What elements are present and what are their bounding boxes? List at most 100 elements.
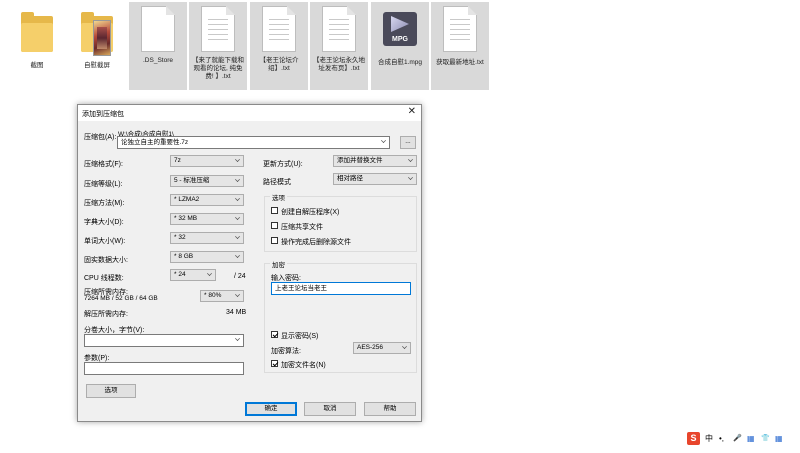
input-mode-indicator[interactable]: 中: [705, 432, 713, 446]
file-forum-intro-free[interactable]: 【来了就能下载和观看的论坛, 纯免费! 】.txt: [189, 2, 247, 90]
chevron-down-icon: [235, 234, 240, 239]
update-select[interactable]: 添加并替换文件: [333, 155, 417, 167]
sfx-checkbox[interactable]: [271, 207, 278, 214]
ok-button[interactable]: 确定: [245, 402, 297, 416]
dialog-titlebar[interactable]: 添加到压缩包 ✕: [78, 105, 421, 121]
desktop-file-area: 截图 自慰截屏 .DS_Store 【来了就能下载和观看的论坛, 纯免费! 】.…: [0, 0, 800, 95]
help-button[interactable]: 帮助: [364, 402, 416, 416]
text-document-icon: [322, 6, 356, 52]
split-size-combo[interactable]: [84, 334, 244, 347]
threads-value: * 24: [174, 271, 186, 278]
show-password-label: 显示密码(S): [281, 333, 319, 340]
encrypt-method-value: AES-256: [357, 344, 384, 351]
video-file-icon: MPG: [383, 12, 417, 46]
encrypt-names-label: 加密文件名(N): [281, 362, 326, 369]
text-document-icon: [443, 6, 477, 52]
file-label: 截图: [30, 62, 44, 69]
path-mode-select[interactable]: 相对路径: [333, 173, 417, 185]
show-password-checkbox[interactable]: [271, 331, 278, 338]
file-get-latest-address[interactable]: 获取最新地址.txt: [431, 2, 489, 90]
solid-label: 固实数据大小:: [84, 257, 128, 264]
encrypt-method-select[interactable]: AES-256: [353, 342, 411, 354]
delete-after-checkbox[interactable]: [271, 237, 278, 244]
dialog-title: 添加到压缩包: [82, 111, 124, 118]
file-ds-store[interactable]: .DS_Store: [129, 2, 187, 90]
folder-icon: [81, 12, 113, 56]
level-label: 压缩等级(L):: [84, 181, 123, 188]
archive-filename: 论独立自主的重要性.7z: [121, 139, 189, 146]
threads-total: / 24: [234, 273, 246, 280]
mem-percent-select[interactable]: * 80%: [200, 290, 244, 302]
update-value: 添加并替换文件: [337, 157, 383, 164]
cancel-button[interactable]: 取消: [304, 402, 356, 416]
word-label: 单词大小(W):: [84, 238, 126, 245]
word-select[interactable]: * 32: [170, 232, 244, 244]
folder-icon: [21, 12, 53, 52]
mem-comp-value: 7264 MB / 52 GB / 64 GB: [84, 295, 158, 302]
punctuation-icon[interactable]: •,: [719, 432, 724, 446]
mem-decomp-value: 34 MB: [226, 309, 247, 316]
ime-toolbar: S 中 •, 🎤 ▦ 👕 ▦: [687, 432, 797, 446]
sfx-label: 创建自解压程序(X): [281, 209, 340, 216]
format-label: 压缩格式(F):: [84, 161, 123, 168]
chevron-down-icon: [381, 138, 386, 143]
chevron-down-icon: [402, 344, 407, 349]
chevron-down-icon: [408, 175, 413, 180]
file-label: 【老王论坛永久地址发布页】.txt: [313, 57, 365, 72]
text-document-icon: [262, 6, 296, 52]
file-label: .DS_Store: [143, 57, 173, 64]
chevron-down-icon: [235, 253, 240, 258]
browse-button[interactable]: ...: [400, 136, 416, 149]
dict-label: 字典大小(D):: [84, 219, 124, 226]
path-mode-value: 相对路径: [337, 175, 363, 182]
delete-after-label: 操作完成后删除源文件: [281, 239, 351, 246]
path-mode-label: 路径模式: [263, 179, 291, 186]
threads-label: CPU 线程数:: [84, 275, 124, 282]
solid-value: * 8 GB: [174, 253, 194, 260]
format-select[interactable]: 7z: [170, 155, 244, 167]
chevron-down-icon: [235, 215, 240, 220]
options-button[interactable]: 选项: [86, 384, 136, 398]
chevron-down-icon: [235, 177, 240, 182]
file-label: 获取最新地址.txt: [436, 59, 484, 66]
archive-filename-combo[interactable]: 论独立自主的重要性.7z: [117, 136, 390, 149]
level-value: 5 - 标准压缩: [174, 177, 210, 184]
params-input[interactable]: [84, 362, 244, 375]
sogou-logo-icon[interactable]: S: [687, 432, 700, 445]
chevron-down-icon: [207, 271, 212, 276]
word-value: * 32: [174, 234, 186, 241]
keyboard-icon[interactable]: ▦: [747, 432, 755, 446]
file-forum-permanent-address[interactable]: 【老王论坛永久地址发布页】.txt: [310, 2, 368, 90]
method-select[interactable]: * LZMA2: [170, 194, 244, 206]
encrypt-method-label: 加密算法:: [271, 348, 301, 355]
mem-percent-value: * 80%: [204, 292, 222, 299]
options-group-label: 选项: [270, 192, 287, 202]
close-icon[interactable]: ✕: [408, 107, 416, 117]
encryption-group-label: 加密: [270, 259, 287, 269]
add-to-archive-dialog: 添加到压缩包 ✕ 压缩包(A): W:\合成\合成自慰1\ 论独立自主的重要性.…: [77, 104, 422, 422]
chevron-down-icon: [235, 157, 240, 162]
microphone-icon[interactable]: 🎤: [733, 432, 742, 446]
method-label: 压缩方法(M):: [84, 200, 125, 207]
update-label: 更新方式(U):: [263, 161, 303, 168]
password-input[interactable]: 上老王论坛当老王: [271, 282, 411, 295]
folder-screenshots[interactable]: 截图: [8, 2, 66, 90]
method-value: * LZMA2: [174, 196, 200, 203]
folder-self-screenshots[interactable]: 自慰截屏: [68, 2, 126, 90]
threads-select[interactable]: * 24: [170, 269, 216, 281]
options-group: 选项 创建自解压程序(X) 压缩共享文件 操作完成后删除源文件: [264, 192, 417, 252]
level-select[interactable]: 5 - 标准压缩: [170, 175, 244, 187]
file-mpg-video[interactable]: MPG 合成自慰1.mpg: [371, 2, 429, 90]
encrypt-names-checkbox[interactable]: [271, 360, 278, 367]
dict-select[interactable]: * 32 MB: [170, 213, 244, 225]
file-forum-intro[interactable]: 【老王论坛介绍】.txt: [250, 2, 308, 90]
toolbox-icon[interactable]: ▦: [775, 432, 783, 446]
skin-icon[interactable]: 👕: [761, 432, 770, 446]
chevron-down-icon: [235, 336, 240, 341]
file-label: 【来了就能下载和观看的论坛, 纯免费! 】.txt: [192, 57, 244, 80]
solid-select[interactable]: * 8 GB: [170, 251, 244, 263]
encryption-group: 加密 输入密码: 上老王论坛当老王 显示密码(S) 加密算法: AES-256 …: [264, 259, 417, 373]
file-label: 自慰截屏: [84, 62, 110, 69]
text-document-icon: [201, 6, 235, 52]
shared-files-checkbox[interactable]: [271, 222, 278, 229]
